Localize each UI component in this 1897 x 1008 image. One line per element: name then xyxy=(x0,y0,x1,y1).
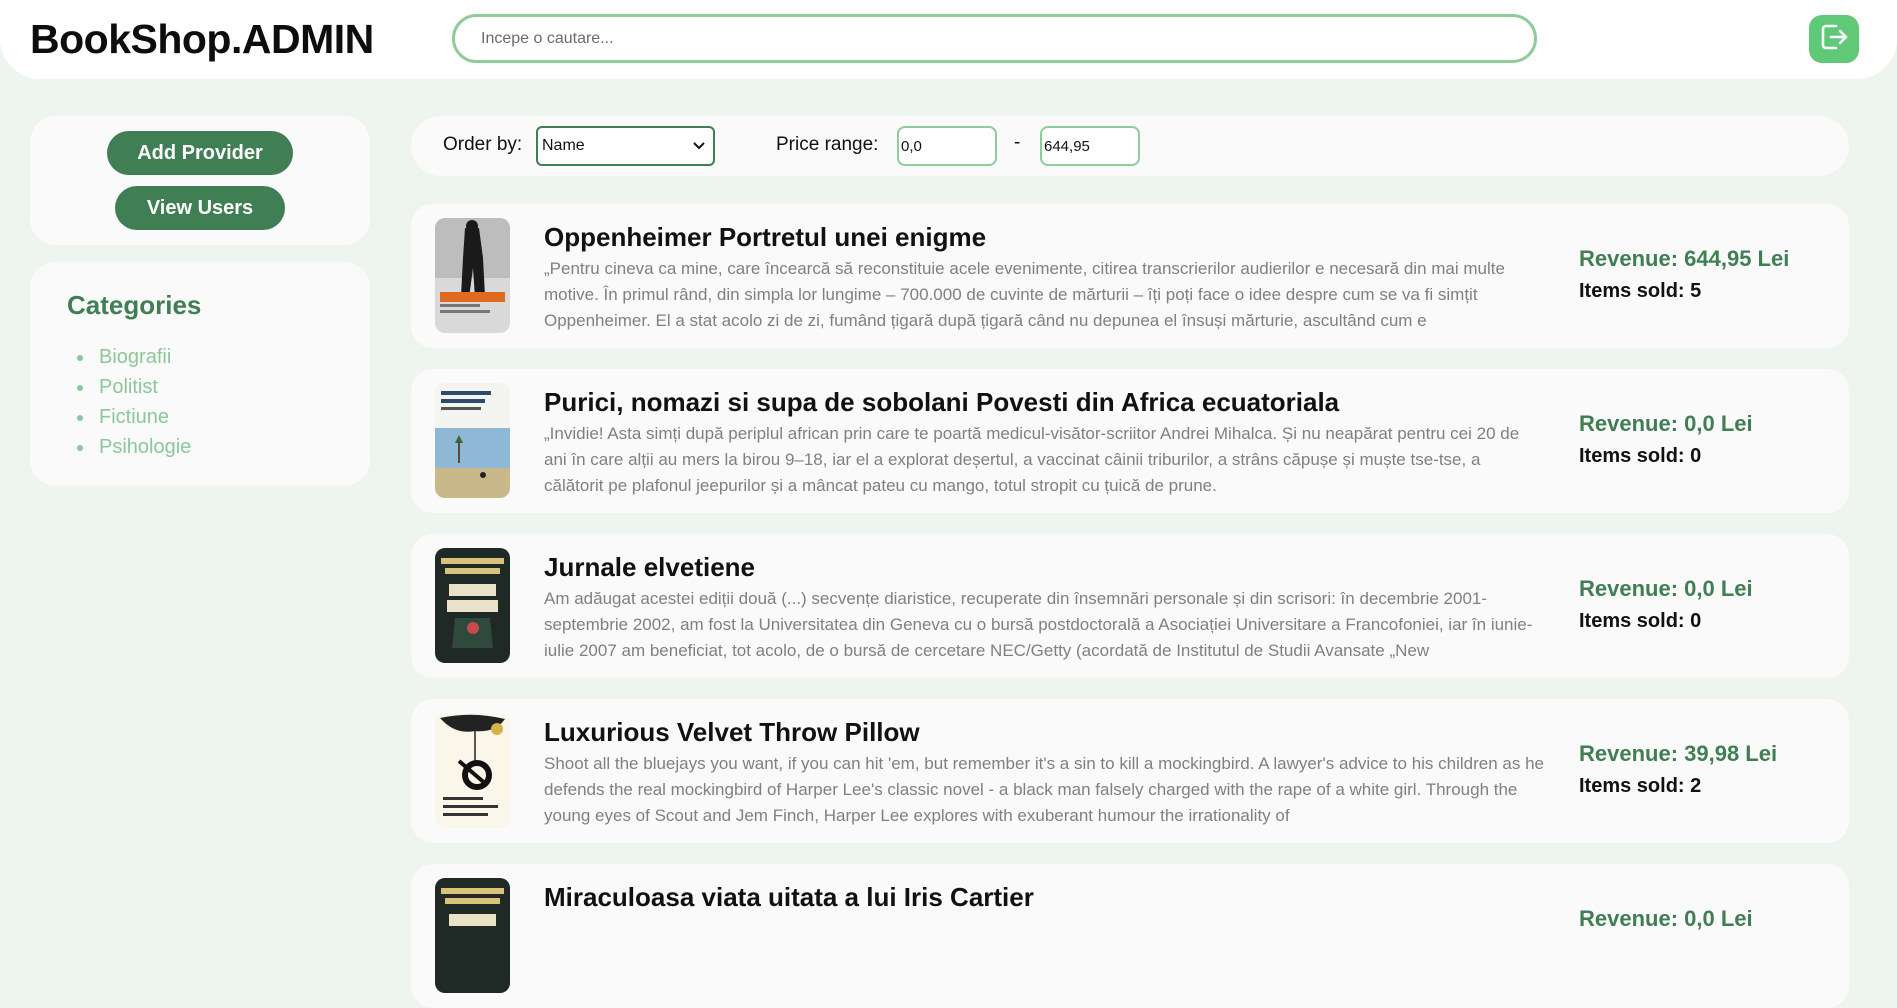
product-title[interactable]: Purici, nomazi si supa de sobolani Poves… xyxy=(544,387,1339,418)
chevron-down-icon xyxy=(693,137,705,155)
product-title[interactable]: Jurnale elvetiene xyxy=(544,552,755,583)
search-input[interactable] xyxy=(452,14,1537,63)
product-items-sold: Items sold: 0 xyxy=(1579,610,1702,632)
app-logo[interactable]: BookShop.ADMIN xyxy=(30,16,374,63)
price-min-input[interactable] xyxy=(897,126,997,166)
logout-button[interactable] xyxy=(1809,15,1859,63)
product-row[interactable]: Purici, nomazi si supa de sobolani Poves… xyxy=(411,369,1849,513)
product-description: „Pentru cineva ca mine, care încearcă să… xyxy=(544,259,1505,330)
view-users-button[interactable]: View Users xyxy=(115,186,285,230)
add-provider-button[interactable]: Add Provider xyxy=(107,131,293,175)
product-title[interactable]: Luxurious Velvet Throw Pillow xyxy=(544,717,920,748)
product-row[interactable]: Jurnale elvetiene Am adăugat acestei edi… xyxy=(411,534,1849,678)
admin-actions-panel: Add Provider View Users xyxy=(30,116,370,245)
price-separator: - xyxy=(1014,132,1021,153)
top-header: BookShop.ADMIN xyxy=(0,0,1897,79)
product-items-sold: Items sold: 2 xyxy=(1579,775,1702,797)
product-items-sold: Items sold: 0 xyxy=(1579,445,1702,467)
book-cover-image xyxy=(435,218,510,333)
product-description xyxy=(544,916,1544,994)
category-item-fictiune[interactable]: Fictiune xyxy=(67,402,191,432)
product-row[interactable]: Luxurious Velvet Throw Pillow Shoot all … xyxy=(411,699,1849,843)
product-revenue: Revenue: 0,0 Lei xyxy=(1579,411,1753,436)
logout-icon xyxy=(1819,22,1849,57)
product-row[interactable]: Miraculoasa viata uitata a lui Iris Cart… xyxy=(411,864,1849,1008)
price-range-label: Price range: xyxy=(776,134,879,155)
categories-panel: Categories Biografii Politist Fictiune P… xyxy=(30,262,370,486)
filter-bar: Order by: Name Price range: - xyxy=(411,116,1849,176)
price-max-input[interactable] xyxy=(1040,126,1140,166)
category-item-psihologie[interactable]: Psihologie xyxy=(67,432,191,462)
product-revenue: Revenue: 39,98 Lei xyxy=(1579,741,1778,766)
product-row[interactable]: Oppenheimer Portretul unei enigme „Pentr… xyxy=(411,204,1849,348)
category-item-biografii[interactable]: Biografii xyxy=(67,342,191,372)
category-item-politist[interactable]: Politist xyxy=(67,372,191,402)
product-description: Shoot all the bluejays you want, if you … xyxy=(544,754,1544,825)
product-revenue: Revenue: 644,95 Lei xyxy=(1579,246,1790,271)
product-revenue: Revenue: 0,0 Lei xyxy=(1579,576,1753,601)
order-by-select[interactable]: Name xyxy=(536,126,715,166)
categories-list: Biografii Politist Fictiune Psihologie xyxy=(67,342,191,462)
product-description: Am adăugat acestei ediții două (...) sec… xyxy=(544,589,1533,660)
book-cover-image xyxy=(435,713,510,828)
categories-title: Categories xyxy=(67,290,202,320)
order-by-value: Name xyxy=(542,137,585,154)
product-items-sold: Items sold: 5 xyxy=(1579,280,1702,302)
book-cover-image xyxy=(435,878,510,993)
product-title[interactable]: Miraculoasa viata uitata a lui Iris Cart… xyxy=(544,882,1034,913)
book-cover-image xyxy=(435,548,510,663)
order-by-label: Order by: xyxy=(443,134,523,155)
product-revenue: Revenue: 0,0 Lei xyxy=(1579,906,1753,931)
product-title[interactable]: Oppenheimer Portretul unei enigme xyxy=(544,222,986,253)
book-cover-image xyxy=(435,383,510,498)
product-description: „Invidie! Asta simți după periplul afric… xyxy=(544,424,1520,495)
